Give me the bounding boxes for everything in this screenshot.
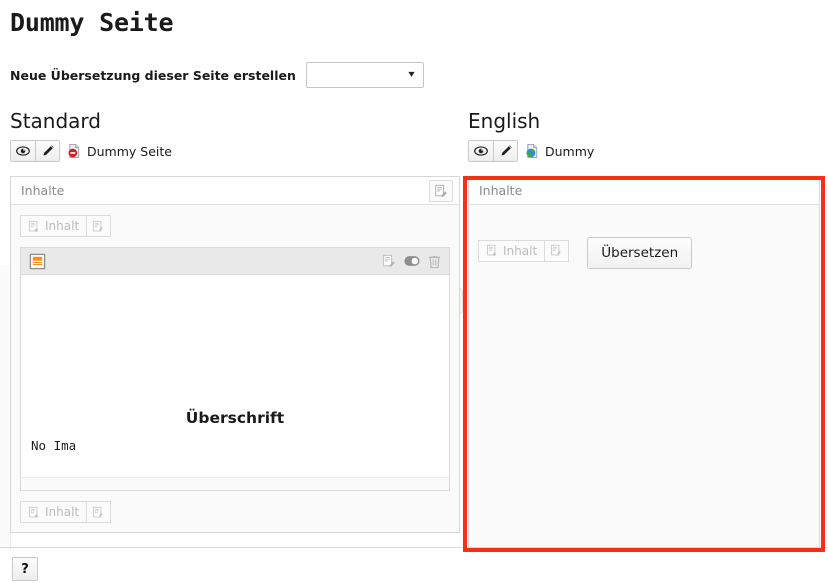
page-translated-icon — [525, 143, 540, 159]
paste-content-button-standard-bottom[interactable] — [87, 501, 112, 523]
standard-toolbar-bottom: Inhalt — [20, 501, 112, 523]
standard-panel-title: Inhalte — [21, 183, 65, 198]
column-standard-heading: Standard — [10, 109, 101, 133]
content-element-header — [21, 248, 449, 275]
edit-record-icon[interactable] — [377, 251, 400, 272]
view-page-button-standard[interactable] — [11, 141, 35, 161]
english-record-buttons — [468, 140, 518, 162]
new-content-button-english[interactable]: Inhalt — [478, 239, 546, 262]
toggle-visibility-icon[interactable] — [400, 251, 423, 272]
content-element-actions — [377, 251, 446, 272]
edit-page-button-standard[interactable] — [35, 141, 59, 161]
translation-overview-page: Dummy Seite Neue Übersetzung dieser Seit… — [0, 0, 828, 583]
content-element-body: Überschrift No Ima — [21, 275, 449, 477]
new-translation-select[interactable]: ▾ — [305, 62, 424, 88]
new-translation-label: Neue Übersetzung dieser Seite erstellen — [10, 67, 296, 83]
edit-page-button-english[interactable] — [493, 141, 517, 161]
document-plus-icon — [28, 220, 41, 233]
text-with-header-icon — [29, 253, 46, 270]
column-english-heading: English — [468, 109, 541, 133]
english-panel-title: Inhalte — [479, 183, 523, 198]
document-paste-icon — [550, 244, 563, 257]
new-content-label-english: Inhalt — [503, 243, 538, 258]
content-element-text: No Ima — [31, 438, 77, 453]
english-record-label: Dummy — [545, 143, 595, 159]
new-content-button-standard-top[interactable]: Inhalt — [20, 215, 88, 237]
standard-record-label: Dummy Seite — [87, 143, 172, 159]
paste-content-button-standard-top[interactable] — [87, 215, 112, 237]
standard-record-buttons — [10, 140, 60, 162]
new-content-label-standard-bottom: Inhalt — [45, 505, 80, 519]
standard-record[interactable]: Dummy Seite — [67, 143, 172, 159]
document-paste-icon — [92, 506, 105, 519]
new-content-label-standard-top: Inhalt — [45, 219, 80, 233]
left-edge-strip — [0, 265, 10, 550]
chevron-down-icon: ▾ — [408, 69, 415, 80]
delete-icon[interactable] — [423, 251, 446, 272]
footer-divider — [0, 547, 828, 548]
standard-panel-header: Inhalte — [11, 177, 459, 205]
english-content-panel: Inhalte Inhalt Übersetzen — [468, 176, 820, 549]
standard-panel-body: Inhalt Überschrift No Ima Inhalt — [11, 205, 459, 532]
page-hidden-icon — [67, 143, 82, 159]
english-toolbar-top: Inhalt — [478, 239, 570, 262]
page-title: Dummy Seite — [10, 8, 174, 37]
new-content-button-standard-bottom[interactable]: Inhalt — [20, 501, 88, 523]
english-panel-header: Inhalte — [469, 177, 819, 205]
view-page-button-english[interactable] — [469, 141, 493, 161]
translate-button[interactable]: Übersetzen — [587, 237, 693, 269]
standard-toolbar-top: Inhalt — [20, 215, 112, 237]
column-english: English Dummy Inhalte Inhalt Übersetzen — [468, 108, 820, 549]
help-button[interactable]: ? — [12, 557, 38, 581]
edit-contents-icon[interactable] — [429, 179, 453, 202]
content-element-footer — [21, 477, 449, 490]
english-panel-body: Inhalt Übersetzen — [469, 205, 819, 278]
document-paste-icon — [92, 220, 105, 233]
column-standard-controls: Dummy Seite — [10, 140, 460, 162]
document-plus-icon — [28, 506, 41, 519]
content-element: Überschrift No Ima — [20, 247, 450, 491]
standard-content-panel: Inhalte Inhalt Überschrift No Ima Inhalt — [10, 176, 460, 533]
document-plus-icon — [486, 244, 499, 257]
column-standard: Standard Dummy Seite Inhalte Inhalt Über… — [10, 108, 460, 533]
paste-content-button-english[interactable] — [545, 239, 570, 262]
content-element-heading: Überschrift — [185, 409, 285, 427]
column-english-controls: Dummy — [468, 140, 820, 162]
english-record[interactable]: Dummy — [525, 143, 594, 159]
new-translation-row: Neue Übersetzung dieser Seite erstellen … — [10, 62, 424, 88]
